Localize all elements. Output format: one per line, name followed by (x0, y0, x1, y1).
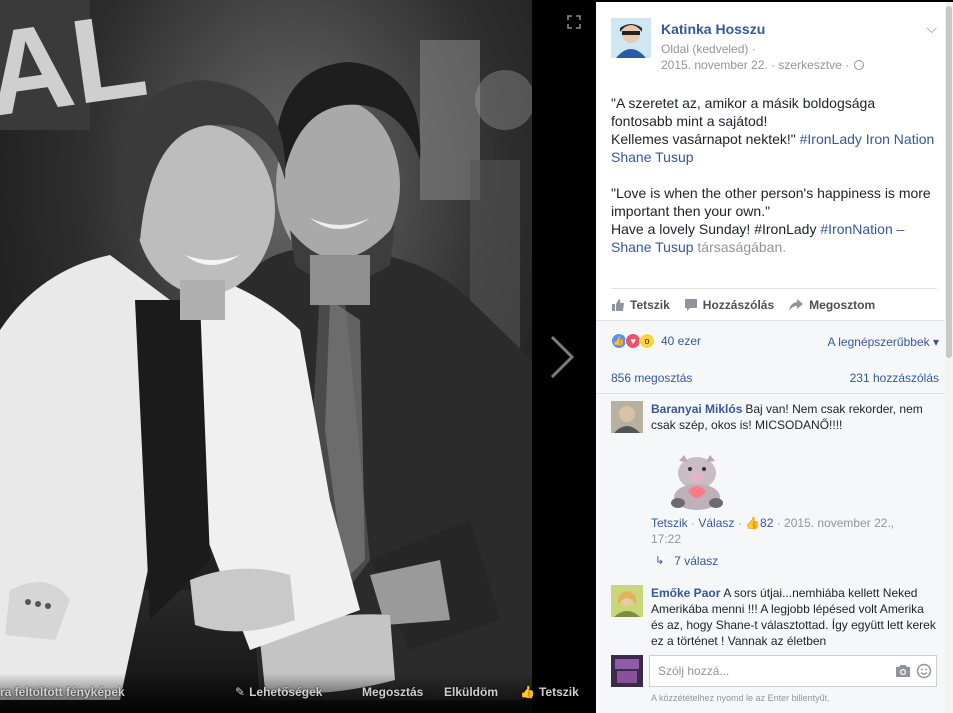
reply-arrow-icon: ↳ (655, 555, 665, 567)
next-photo-arrow-icon[interactable] (546, 333, 578, 381)
comment-icon (684, 298, 697, 311)
like-button[interactable]: Tetszik (611, 296, 670, 312)
post-panel: Katinka Hosszu Oldal (kedveled) · 2015. … (596, 2, 953, 713)
comment-like-number: 82 (760, 516, 774, 530)
replies-label: 7 válasz (674, 554, 719, 568)
photo-image: AL (0, 0, 532, 713)
emoji-icon[interactable] (916, 663, 932, 679)
author-avatar[interactable] (611, 18, 651, 58)
comment-body: Baranyai Miklós Baj van! Nem csak rekorde… (651, 401, 937, 433)
view-replies-link[interactable]: ↳ 7 válasz (655, 553, 718, 569)
commenter-avatar[interactable] (611, 585, 643, 617)
post-header: Katinka Hosszu Oldal (kedveled) · 2015. … (611, 18, 941, 78)
commenter-avatar-image (611, 585, 643, 617)
feedback-section: 👍 ♥ o 40 ezer A legnépszerűbbek ▾ 856 me… (596, 320, 945, 713)
en-quote: "Love is when the other person's happine… (611, 185, 931, 219)
commenter-avatar-image (611, 401, 643, 433)
commenter-name[interactable]: Emőke Paor (651, 586, 720, 600)
comment-timestamp[interactable]: 2015. november 22., 17:22 (651, 516, 894, 546)
post-meta: 2015. november 22. · szerkesztve · (661, 58, 865, 72)
thumbs-up-icon: 👍 (520, 685, 535, 699)
hu-quote-line1: "A szeretet az, amikor a másik boldogság… (611, 95, 876, 129)
photo-share-button[interactable]: Megosztás (362, 685, 423, 699)
with-suffix: társaságában. (693, 239, 787, 255)
scrollbar-thumb[interactable] (946, 6, 952, 358)
wow-reaction-icon: o (639, 333, 655, 349)
edited-label[interactable]: · szerkesztve · (768, 58, 853, 72)
comment-input[interactable] (649, 655, 937, 687)
globe-icon (854, 60, 865, 70)
comment-label: Hozzászólás (702, 297, 775, 312)
share-label: Megosztom (809, 297, 876, 312)
reaction-count[interactable]: 40 ezer (661, 334, 701, 348)
chevron-down-icon[interactable]: ⌵ (926, 20, 937, 37)
comment-like-count[interactable]: 👍82 (745, 516, 773, 530)
camera-icon[interactable] (895, 664, 911, 678)
photo-like-label: Tetszik (538, 685, 579, 699)
share-button[interactable]: Megosztom (788, 296, 875, 312)
post-paragraph-en: "Love is when the other person's happine… (611, 184, 936, 256)
photo-viewer: AL ra feltöltött fényképek ✎ Lehetőségek… (0, 0, 953, 713)
thumbs-up-icon: 👍 (745, 516, 761, 530)
reactions-summary[interactable]: 👍 ♥ o 40 ezer (611, 331, 701, 351)
pig-sticker (671, 455, 723, 510)
scrollbar[interactable] (945, 2, 953, 713)
album-link[interactable]: ra feltöltött fényképek (0, 685, 125, 699)
viewer-avatar-image (611, 655, 643, 687)
comment-meta: Tetszik · Válasz · 👍82 · 2015. november … (651, 516, 895, 546)
commenter-avatar[interactable] (611, 401, 643, 433)
author-name[interactable]: Katinka Hosszu (661, 21, 765, 37)
post-text: "A szeretet az, amikor a másik boldogság… (611, 94, 936, 274)
photo-action-bar: ra feltöltött fényképek ✎ Lehetőségek Meg… (0, 673, 596, 713)
send-button[interactable]: Elküldöm (444, 685, 498, 699)
comment-reply-link[interactable]: Válasz (698, 516, 734, 530)
comment-button[interactable]: Hozzászólás (684, 296, 774, 312)
sort-label: A legnépszerűbbek (827, 335, 930, 349)
options-icon: ✎ (235, 685, 246, 699)
expand-icon[interactable] (566, 14, 582, 30)
comment-item: Emőke Paor A sors útjai...nemhiába kellet… (611, 585, 937, 653)
comment-body: Emőke Paor A sors útjai...nemhiába kellet… (651, 585, 937, 649)
share-icon (789, 298, 804, 311)
like-label: Tetszik (630, 297, 670, 312)
viewer-avatar (611, 655, 643, 687)
photo-like-button[interactable]: 👍 Tetszik (520, 685, 579, 699)
enter-hint: A közzétételhez nyomd le az Enter billen… (651, 693, 830, 703)
page-status: Oldal (kedveled) · (661, 42, 756, 56)
photo-stage: AL ra feltöltött fényképek ✎ Lehetőségek… (0, 0, 596, 713)
post-actions: Tetszik Hozzászólás Megosztom (611, 288, 937, 318)
comment-count[interactable]: 231 hozzászólás (850, 371, 939, 385)
hu-quote-line2: Kellemes vasárnapot nektek!" (611, 131, 800, 147)
divider (596, 393, 945, 394)
post-date[interactable]: 2015. november 22. (661, 58, 768, 72)
photo[interactable]: AL (0, 0, 532, 713)
svg-text:AL: AL (0, 0, 154, 142)
author-avatar-image (611, 18, 651, 58)
options-button[interactable]: ✎ Lehetőségek (235, 685, 322, 699)
caret-down-icon: ▾ (932, 335, 939, 349)
en-line2: Have a lovely Sunday! #IronLady (611, 221, 821, 237)
comment-like-link[interactable]: Tetszik (651, 516, 688, 530)
share-count[interactable]: 856 megosztás (611, 371, 692, 385)
comment-composer (611, 655, 937, 691)
thumbs-up-icon (612, 298, 624, 311)
options-label: Lehetőségek (249, 685, 323, 699)
comment-item: Baranyai Miklós Baj van! Nem csak rekorde… (611, 401, 937, 571)
commenter-name[interactable]: Baranyai Miklós (651, 402, 742, 416)
post-paragraph-hu: "A szeretet az, amikor a másik boldogság… (611, 94, 936, 166)
sort-dropdown[interactable]: A legnépszerűbbek ▾ (828, 335, 939, 349)
